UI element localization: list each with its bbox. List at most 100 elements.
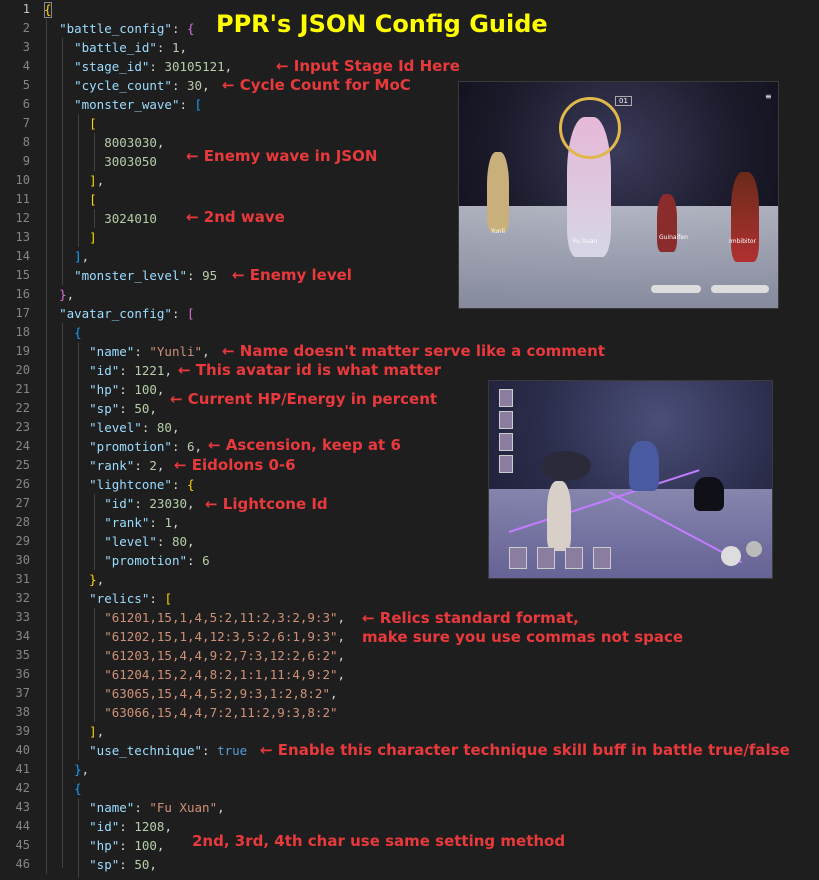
code-token: "61204,15,2,4,8:2,1:1,11:4,9:2" (104, 667, 338, 682)
code-token: "63065,15,4,4,5:2,9:3,1:2,8:2" (104, 686, 330, 701)
code-line-9: 3003050 (44, 152, 157, 171)
line-number: 9 (22, 154, 30, 168)
note-second-wave: ← 2nd wave (186, 208, 285, 226)
code-token: "61203,15,4,4,9:2,7:3,12:2,6:2" (104, 648, 338, 663)
note-ascension: ← Ascension, keep at 6 (208, 436, 401, 454)
code-token: "id" (89, 363, 120, 378)
code-line-19: "name": "Yunli", (89, 344, 210, 359)
char-label: Yunli (491, 228, 505, 235)
skill-button-icon (746, 541, 762, 557)
enemy-figure (629, 441, 659, 491)
code-token: "id" (104, 496, 135, 511)
turn-order-portrait (499, 433, 513, 451)
code-token: "avatar_config" (59, 306, 172, 321)
party-portrait (537, 547, 555, 569)
code-line-20: "id": 1221, (89, 363, 172, 378)
code-token: "63066,15,4,4,7:2,11:2,9:3,8:2" (104, 705, 338, 720)
character-figure (547, 481, 571, 551)
code-line-7: [ (89, 116, 97, 131)
note-relics-format: ← Relics standard format, (362, 609, 579, 627)
code-line-30: "promotion": 6 (104, 553, 210, 568)
line-number: 23 (15, 420, 30, 434)
code-line-3: "battle_id": 1, (74, 40, 188, 55)
line-number: 27 (15, 496, 30, 510)
line-number: 4 (22, 59, 30, 73)
line-number: 17 (15, 306, 30, 320)
line-number: 26 (15, 477, 30, 491)
char-label: Fu Xuan (573, 238, 598, 245)
code-line-26: "lightcone": { (89, 477, 195, 492)
code-line-13: ] (89, 230, 97, 245)
code-token: "stage_id" (74, 59, 150, 74)
code-token: 23030 (149, 496, 188, 511)
code-token: 80 (171, 534, 188, 549)
line-number: 25 (15, 458, 30, 472)
code-line-39: ], (89, 724, 105, 739)
code-line-29: "level": 80, (104, 534, 195, 549)
skill-button-icon (721, 546, 741, 566)
line-number: 37 (15, 686, 30, 700)
note-enemy-wave: ← Enemy wave in JSON (186, 147, 378, 165)
line-number: 21 (15, 382, 30, 396)
line-number: 33 (15, 610, 30, 624)
line-number: 30 (15, 553, 30, 567)
line-number: 28 (15, 515, 30, 529)
line-number: 34 (15, 629, 30, 643)
code-token: "use_technique" (89, 743, 203, 758)
line-number: 18 (15, 325, 30, 339)
code-line-12: 3024010 (44, 209, 157, 228)
line-number: 10 (15, 173, 30, 187)
char-label: Guinaifen (659, 234, 688, 241)
code-line-34: "61202,15,1,4,12:3,5:2,6:1,9:3", (104, 629, 346, 644)
action-button (711, 285, 769, 293)
line-number: 36 (15, 667, 30, 681)
line-number-gutter: 1 2 3 4 5 6 7 8 9 10 11 12 13 14 15 16 17 18 19 20 21 22 23 24 2… (0, 0, 30, 880)
code-line-40: "use_technique": true (89, 743, 248, 758)
line-number: 40 (15, 743, 30, 757)
code-token: 95 (202, 268, 218, 283)
code-token: "name" (89, 344, 135, 359)
code-line-33: "61201,15,1,4,5:2,11:2,3:2,9:3", (104, 610, 346, 625)
line-number: 6 (22, 97, 30, 111)
code-line-43: "name": "Fu Xuan", (89, 800, 225, 815)
line-number: 5 (22, 78, 30, 92)
code-token: "61201,15,1,4,5:2,11:2,3:2,9:3" (104, 610, 338, 625)
line-number: 11 (15, 192, 30, 206)
note-technique: ← Enable this character technique skill … (260, 741, 790, 759)
code-token: "Fu Xuan" (149, 800, 218, 815)
code-token: "monster_wave" (74, 97, 180, 112)
code-token: true (217, 743, 248, 758)
enemy-figure (694, 477, 724, 511)
code-token: 1 (171, 40, 180, 55)
code-token: 2 (149, 458, 157, 473)
line-number: 19 (15, 344, 30, 358)
bracket-match-highlight (44, 2, 52, 18)
code-token: "cycle_count" (74, 78, 172, 93)
code-line-22: "sp": 50, (89, 401, 157, 416)
line-number: 16 (15, 287, 30, 301)
line-number: 2 (22, 21, 30, 35)
code-line-2: "battle_config": { (59, 21, 195, 36)
line-number: 20 (15, 363, 30, 377)
line-number: 29 (15, 534, 30, 548)
note-other-chars: 2nd, 3rd, 4th char use same setting meth… (192, 832, 566, 850)
halo-icon (559, 97, 621, 159)
code-token: 1221 (134, 363, 165, 378)
party-portrait (593, 547, 611, 569)
note-avatar-id: ← This avatar id is what matter (178, 361, 442, 379)
line-number: 1 (22, 2, 30, 16)
code-token: "level" (104, 534, 157, 549)
code-token: 1 (164, 515, 172, 530)
page-title: PPR's JSON Config Guide (216, 10, 548, 38)
code-line-21: "hp": 100, (89, 382, 165, 397)
code-line-36: "61204,15,2,4,8:2,1:1,11:4,9:2", (104, 667, 346, 682)
code-token: "rank" (89, 458, 135, 473)
code-line-35: "61203,15,4,4,9:2,7:3,12:2,6:2", (104, 648, 346, 663)
character-figure (731, 172, 759, 262)
line-number: 15 (15, 268, 30, 282)
note-lightcone: ← Lightcone Id (205, 495, 328, 513)
code-line-37: "63065,15,4,4,5:2,9:3,1:2,8:2", (104, 686, 338, 701)
code-token: 50 (134, 401, 150, 416)
code-token: 100 (134, 838, 157, 853)
code-line-6: "monster_wave": [ (74, 97, 203, 112)
